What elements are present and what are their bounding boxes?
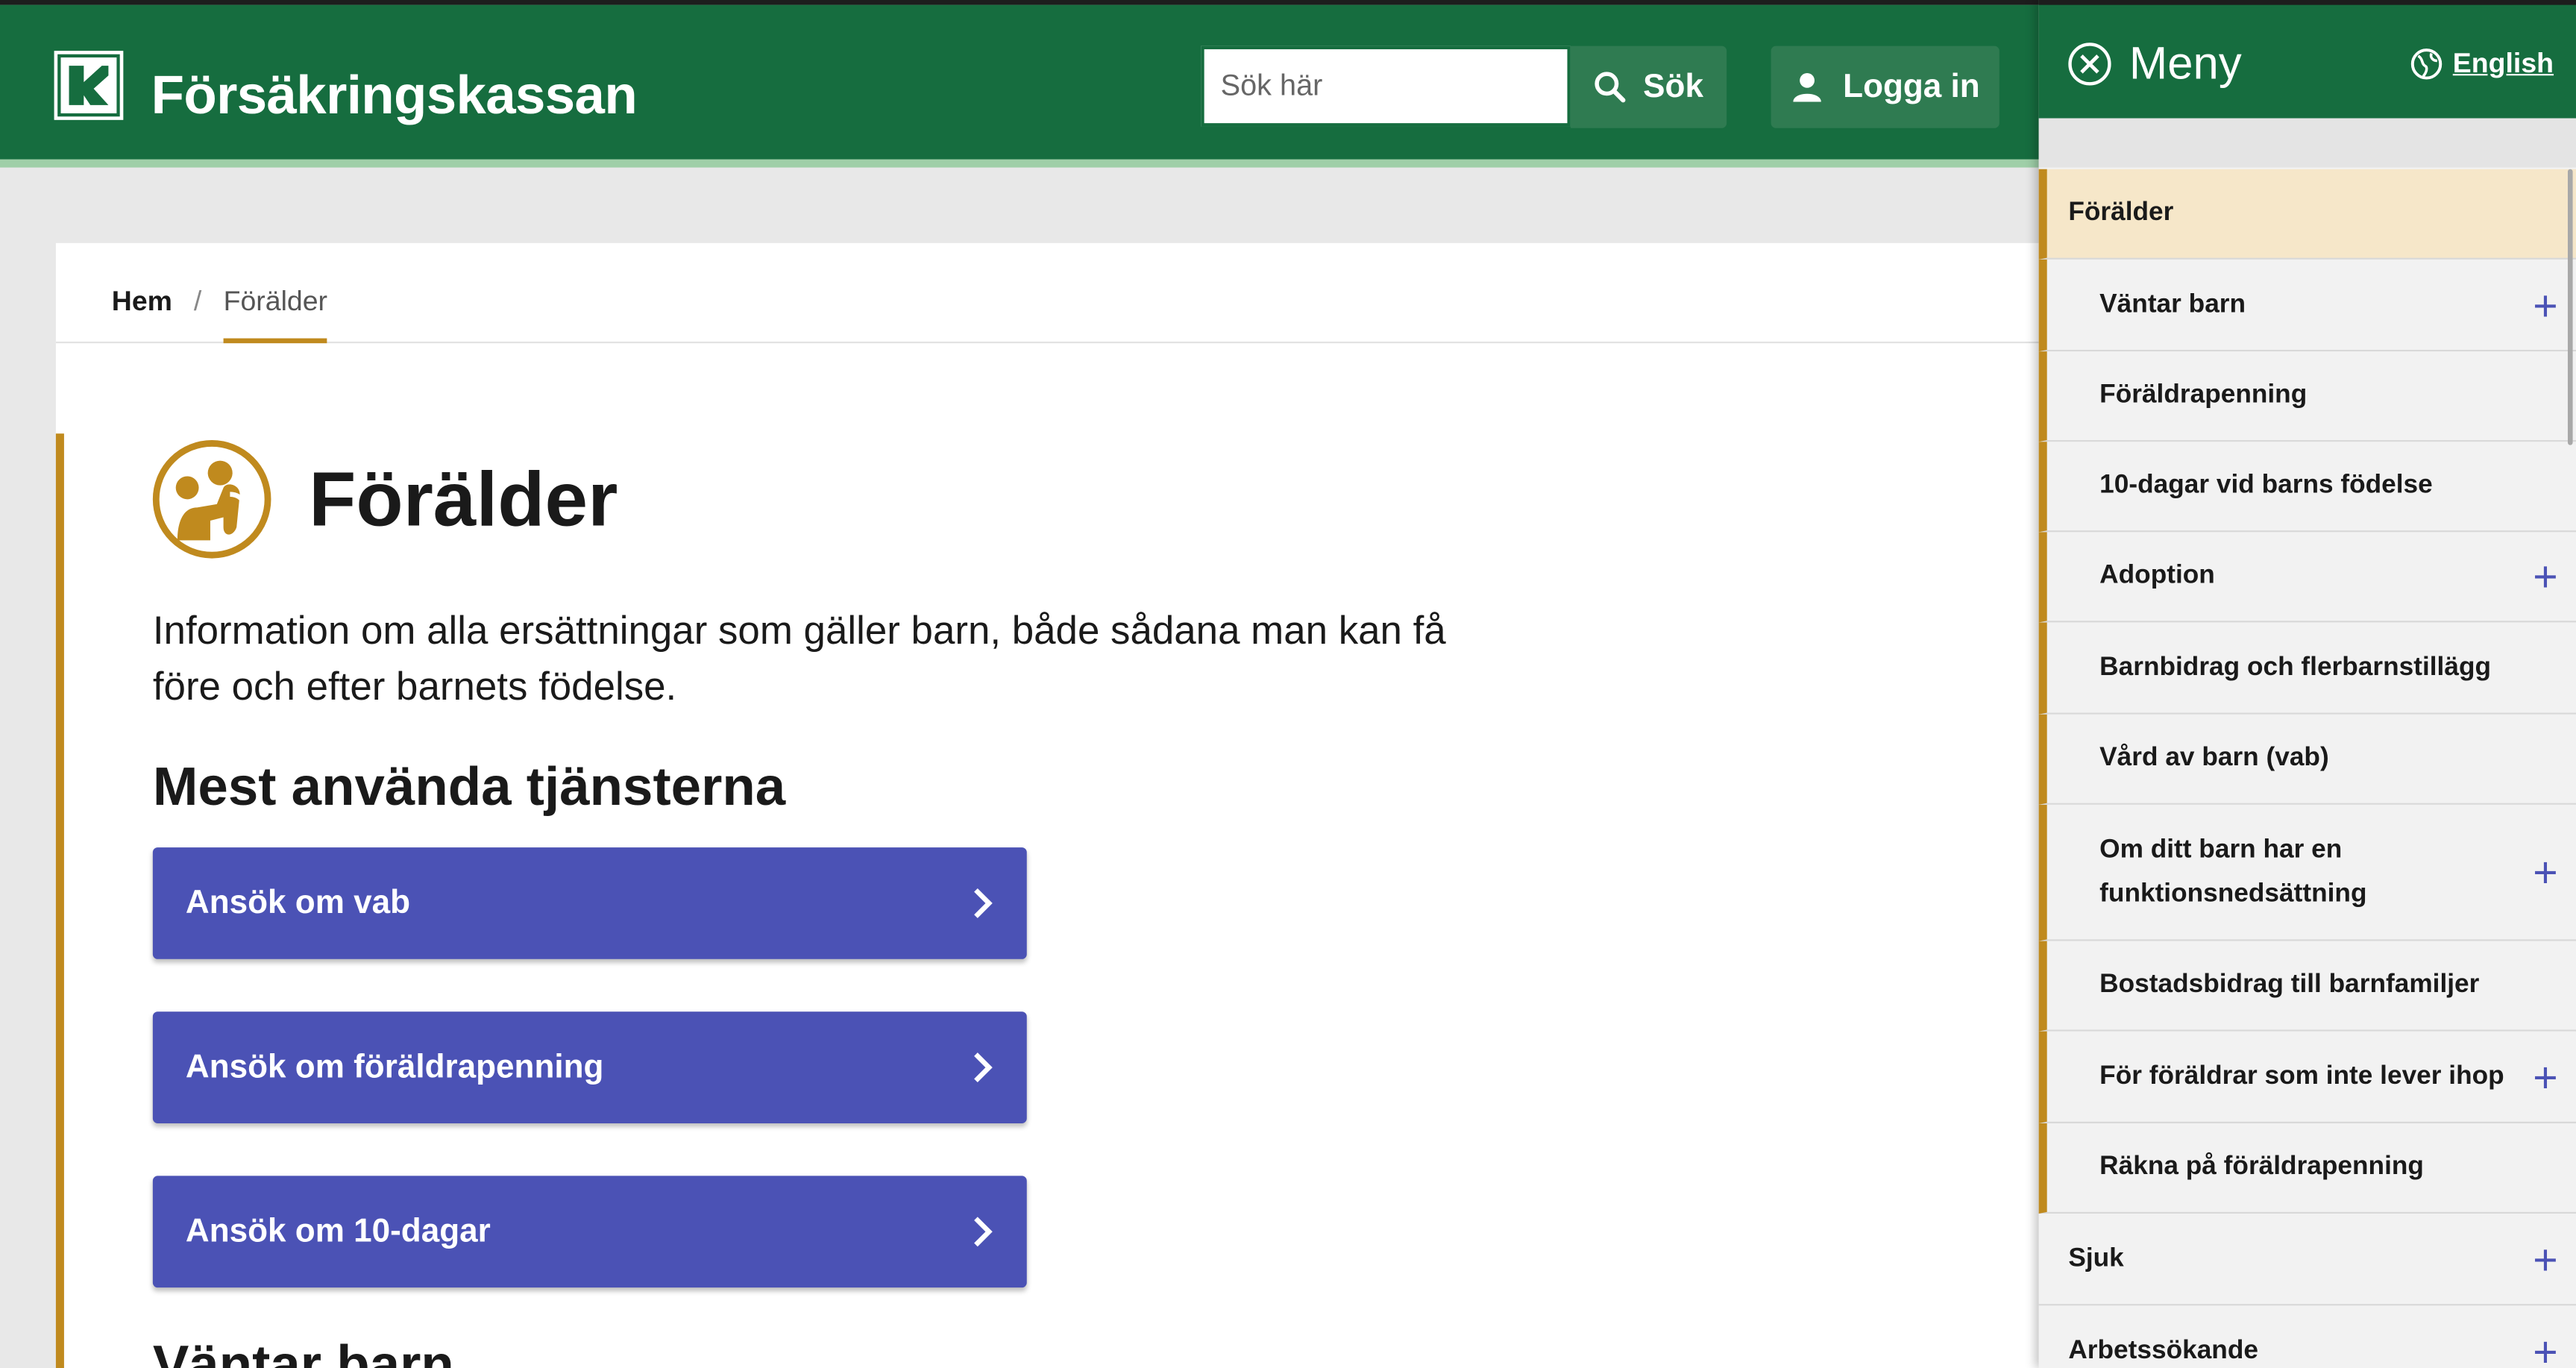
menu-item-adoption[interactable]: Adoption + <box>2038 532 2576 623</box>
menu-item-10-dagar[interactable]: 10-dagar vid barns födelse <box>2038 442 2576 533</box>
menu-item-bostadsbidrag[interactable]: Bostadsbidrag till barnfamiljer <box>2038 941 2576 1032</box>
service-button-label: Ansök om vab <box>185 884 411 921</box>
side-menu-panel: Meny English Förälder Väntar barn + Förä… <box>2038 0 2576 1368</box>
menu-item-label: Väntar barn <box>2099 289 2246 319</box>
chevron-right-icon <box>974 1052 993 1083</box>
menu-item-vantar-barn[interactable]: Väntar barn + <box>2038 259 2576 352</box>
chevron-right-icon <box>974 1217 993 1247</box>
chevron-right-icon <box>974 888 993 918</box>
menu-item-label: Sjuk <box>2068 1243 2124 1273</box>
menu-item-barnbidrag[interactable]: Barnbidrag och flerbarnstillägg <box>2038 622 2576 715</box>
menu-header: Meny English <box>2038 0 2576 119</box>
search-button[interactable]: Sök <box>1570 46 1727 128</box>
section-accent-bar <box>55 433 64 1368</box>
menu-item-funktionsnedsattning[interactable]: Om ditt barn har en funktionsnedsättning… <box>2038 804 2576 941</box>
login-button[interactable]: Logga in <box>1771 46 1999 128</box>
close-icon[interactable] <box>2067 41 2113 87</box>
menu-item-label: Räkna på föräldrapenning <box>2099 1152 2424 1182</box>
expand-plus-icon[interactable]: + <box>2533 1329 2557 1368</box>
language-link[interactable]: English <box>2410 48 2554 81</box>
breadcrumb-separator: / <box>193 286 202 317</box>
menu-item-label: För föräldrar som inte lever ihop <box>2099 1061 2504 1090</box>
expand-plus-icon[interactable]: + <box>2533 555 2557 597</box>
expand-plus-icon[interactable]: + <box>2533 283 2557 326</box>
menu-list: Förälder Väntar barn + Föräldrapenning 1… <box>2038 169 2576 1368</box>
page-intro: Information om alla ersättningar som gäl… <box>152 609 1446 710</box>
parent-child-icon <box>152 440 271 559</box>
menu-item-label: Förälder <box>2068 198 2174 227</box>
menu-item-foralder[interactable]: Förälder <box>2038 169 2576 260</box>
menu-item-foraldrapenning[interactable]: Föräldrapenning <box>2038 351 2576 442</box>
menu-item-label: Om ditt barn har en funktionsnedsättning <box>2099 835 2367 909</box>
section-title-popular-services: Mest använda tjänsterna <box>152 755 786 817</box>
search-button-label: Sök <box>1643 68 1703 104</box>
search-input[interactable] <box>1201 46 1571 127</box>
menu-scrollbar[interactable] <box>2567 169 2573 445</box>
menu-title: Meny <box>2129 37 2242 89</box>
menu-item-label: Adoption <box>2099 561 2215 590</box>
service-button-10-dagar[interactable]: Ansök om 10-dagar <box>152 1176 1027 1288</box>
expand-plus-icon[interactable]: + <box>2533 850 2557 893</box>
menu-item-arbetssokande[interactable]: Arbetssökande + <box>2038 1305 2576 1368</box>
menu-item-sjuk[interactable]: Sjuk + <box>2038 1214 2576 1306</box>
menu-item-label: 10-dagar vid barns födelse <box>2099 471 2433 500</box>
login-button-label: Logga in <box>1843 68 1980 104</box>
expand-plus-icon[interactable]: + <box>2533 1055 2557 1098</box>
menu-item-label: Bostadsbidrag till barnfamiljer <box>2099 970 2480 999</box>
logo-icon[interactable] <box>54 51 124 120</box>
globe-icon <box>2410 48 2443 80</box>
menu-item-vab[interactable]: Vård av barn (vab) <box>2038 714 2576 805</box>
breadcrumb-current: Förälder <box>223 286 328 344</box>
menu-item-label: Vård av barn (vab) <box>2099 744 2329 772</box>
breadcrumb-home-link[interactable]: Hem <box>112 286 172 319</box>
user-icon <box>1792 72 1821 102</box>
menu-item-rakna[interactable]: Räkna på föräldrapenning <box>2038 1123 2576 1214</box>
section-title-expecting: Väntar barn <box>152 1333 454 1368</box>
menu-item-foraldrar-inte-ihop[interactable]: För föräldrar som inte lever ihop + <box>2038 1031 2576 1123</box>
menu-item-label: Barnbidrag och flerbarnstillägg <box>2099 653 2492 681</box>
menu-item-label: Föräldrapenning <box>2099 380 2308 410</box>
site-logo-text[interactable]: Försäkringskassan <box>151 64 638 127</box>
page-title: Förälder <box>309 454 618 542</box>
service-button-label: Ansök om föräldrapenning <box>185 1048 604 1085</box>
search-icon <box>1595 72 1626 103</box>
breadcrumb: Hem / Förälder <box>55 243 2044 344</box>
service-button-foraldrapenning[interactable]: Ansök om föräldrapenning <box>152 1011 1027 1123</box>
expand-plus-icon[interactable]: + <box>2533 1237 2557 1280</box>
service-button-vab[interactable]: Ansök om vab <box>152 847 1027 959</box>
menu-item-label: Arbetssökande <box>2068 1336 2258 1364</box>
menu-spacer <box>2038 118 2576 168</box>
service-button-label: Ansök om 10-dagar <box>185 1212 491 1249</box>
language-link-label: English <box>2452 47 2554 79</box>
